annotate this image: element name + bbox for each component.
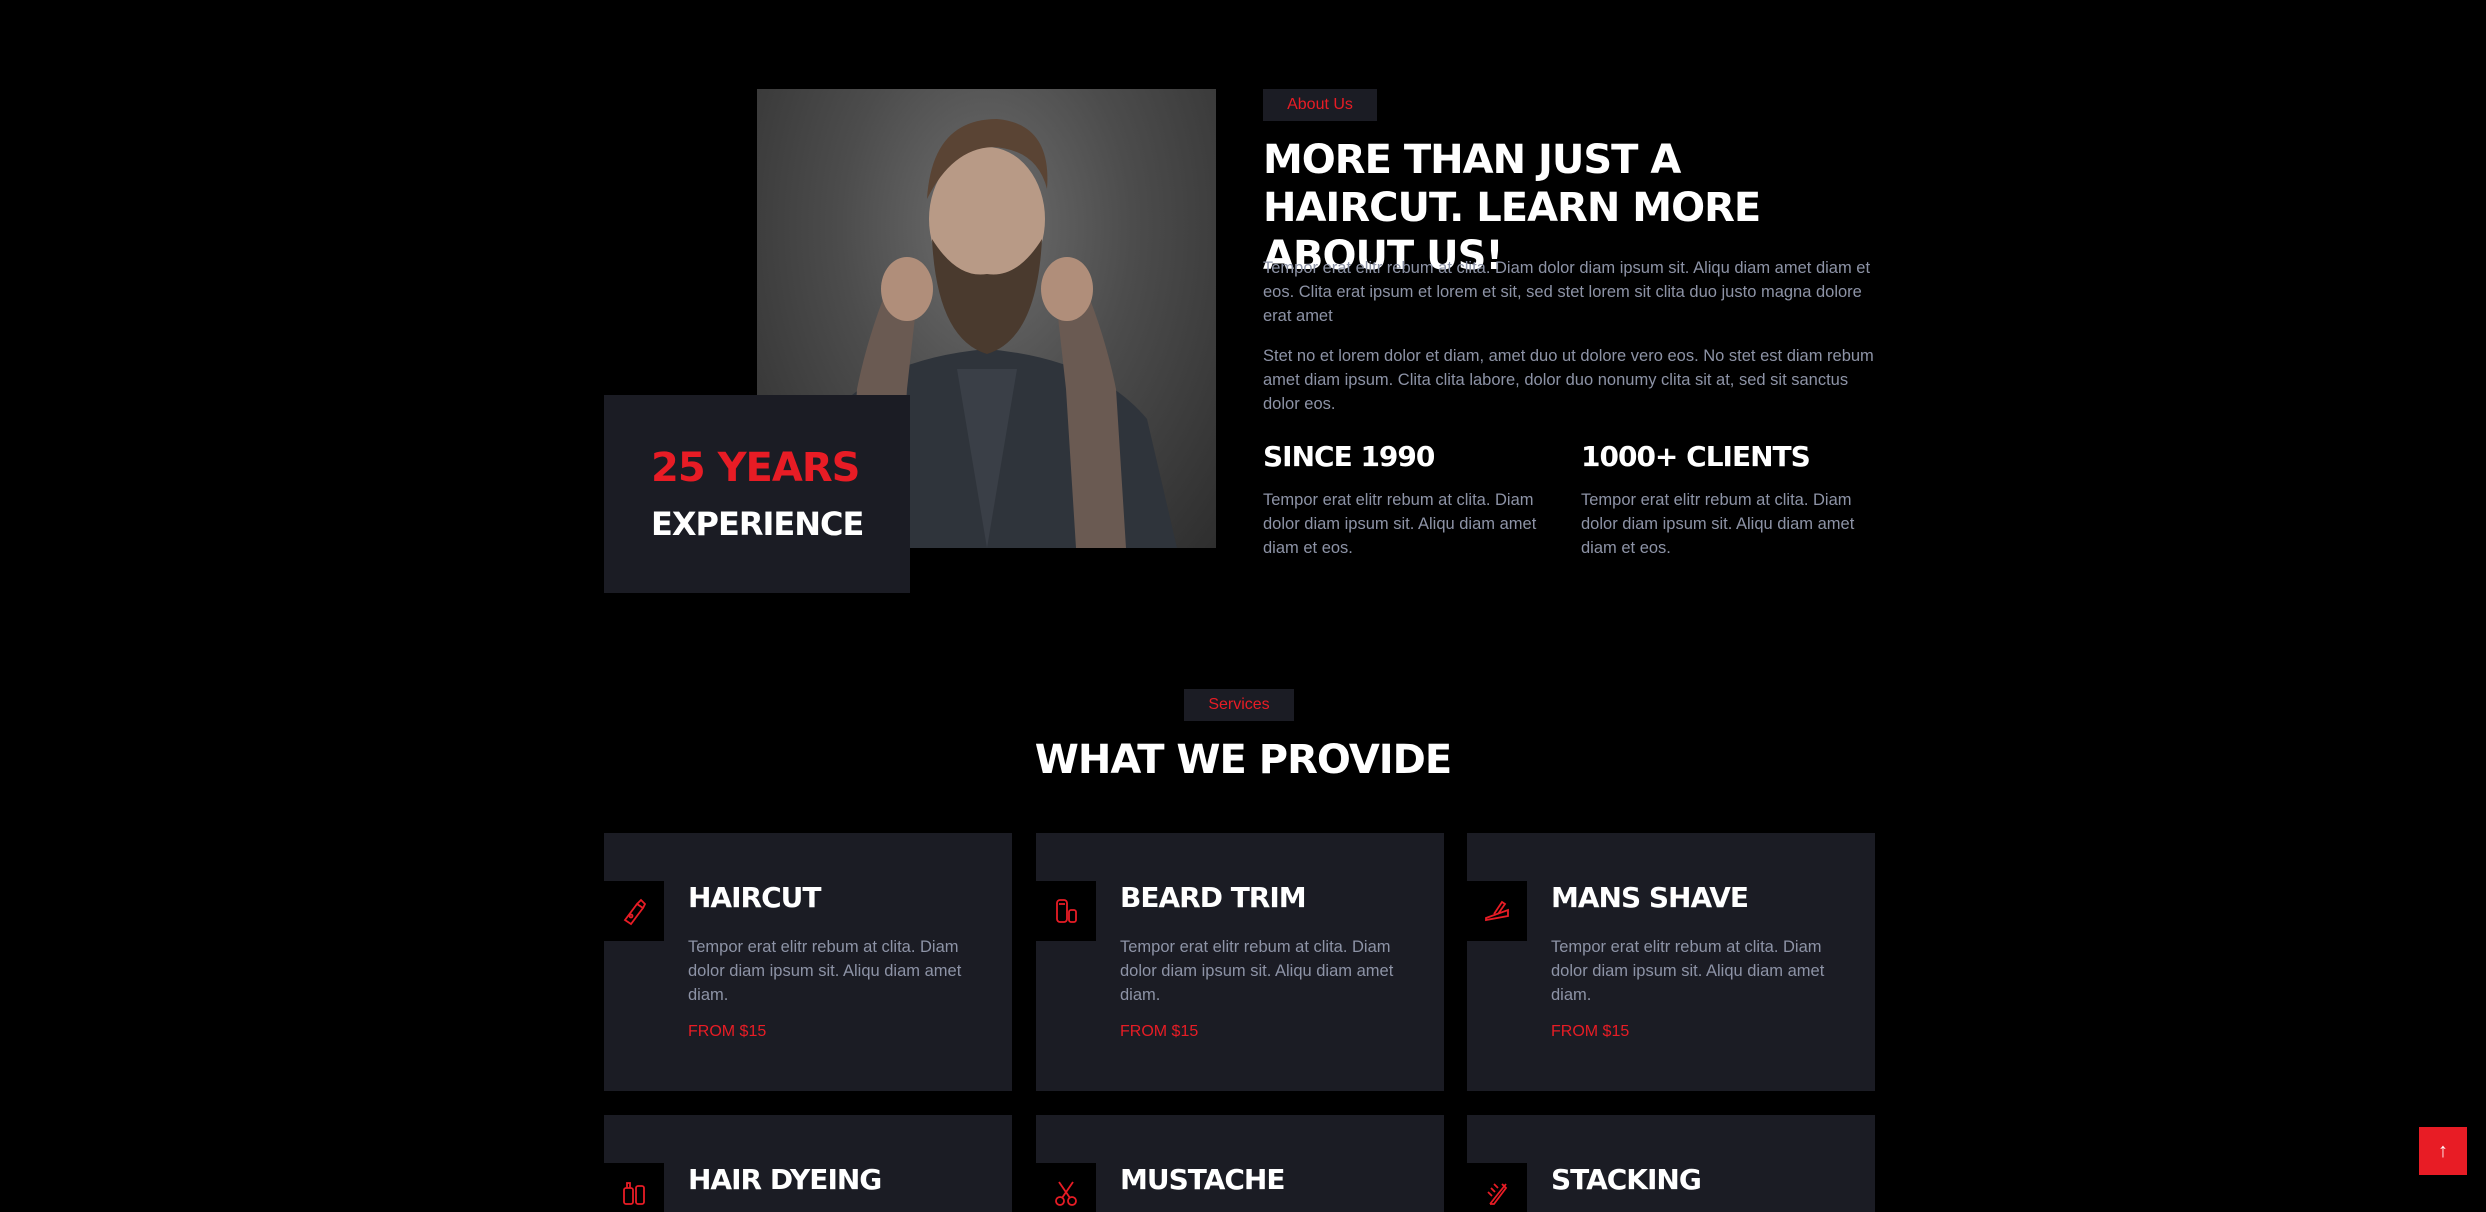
stat-clients-title: 1000+ CLIENTS [1581,440,1811,473]
about-paragraph-1: Tempor erat elitr rebum at clita. Diam d… [1263,259,1871,325]
scissors-icon [1036,1163,1096,1212]
service-title: BEARD TRIM [1120,881,1307,914]
service-title: MANS SHAVE [1551,881,1749,914]
services-tag: Services [1184,689,1294,721]
service-price: FROM $15 [1551,1023,1630,1040]
service-title: HAIRCUT [688,881,821,914]
service-card-mustache: MUSTACHE [1036,1115,1444,1212]
back-to-top-button[interactable]: ↑ [2419,1127,2467,1175]
service-card-beard-trim: BEARD TRIM Tempor erat elitr rebum at cl… [1036,833,1444,1091]
service-price: FROM $15 [688,1023,767,1040]
service-text: Tempor erat elitr rebum at clita. Diam d… [1120,938,1394,1004]
razor-icon [1467,881,1527,941]
about-paragraph-2: Stet no et lorem dolor et diam, amet duo… [1263,347,1874,413]
stat-since-text: Tempor erat elitr rebum at clita. Diam d… [1263,491,1537,557]
beard-trimmer-icon [1036,881,1096,941]
service-title: STACKING [1551,1163,1702,1196]
service-text: Tempor erat elitr rebum at clita. Diam d… [688,938,962,1004]
service-card-stacking: STACKING [1467,1115,1875,1212]
service-card-haircut: HAIRCUT Tempor erat elitr rebum at clita… [604,833,1012,1091]
service-price: FROM $15 [1120,1023,1199,1040]
service-title: HAIR DYEING [688,1163,882,1196]
services-title: WHAT WE PROVIDE [1034,737,1452,783]
experience-years: 25 YEARS [651,445,860,491]
arrow-up-icon: ↑ [2438,1139,2448,1162]
stat-clients-text: Tempor erat elitr rebum at clita. Diam d… [1581,491,1855,557]
clipper-icon [604,881,664,941]
about-tag: About Us [1263,89,1377,121]
experience-label: EXPERIENCE [651,505,864,543]
service-title: MUSTACHE [1120,1163,1285,1196]
experience-box: 25 YEARS EXPERIENCE [604,395,910,593]
service-text: Tempor erat elitr rebum at clita. Diam d… [1551,938,1825,1004]
service-card-mans-shave: MANS SHAVE Tempor erat elitr rebum at cl… [1467,833,1875,1091]
comb-icon [1467,1163,1527,1212]
dye-bottle-icon [604,1163,664,1212]
service-card-hair-dyeing: HAIR DYEING [604,1115,1012,1212]
stat-since-title: SINCE 1990 [1263,440,1435,473]
